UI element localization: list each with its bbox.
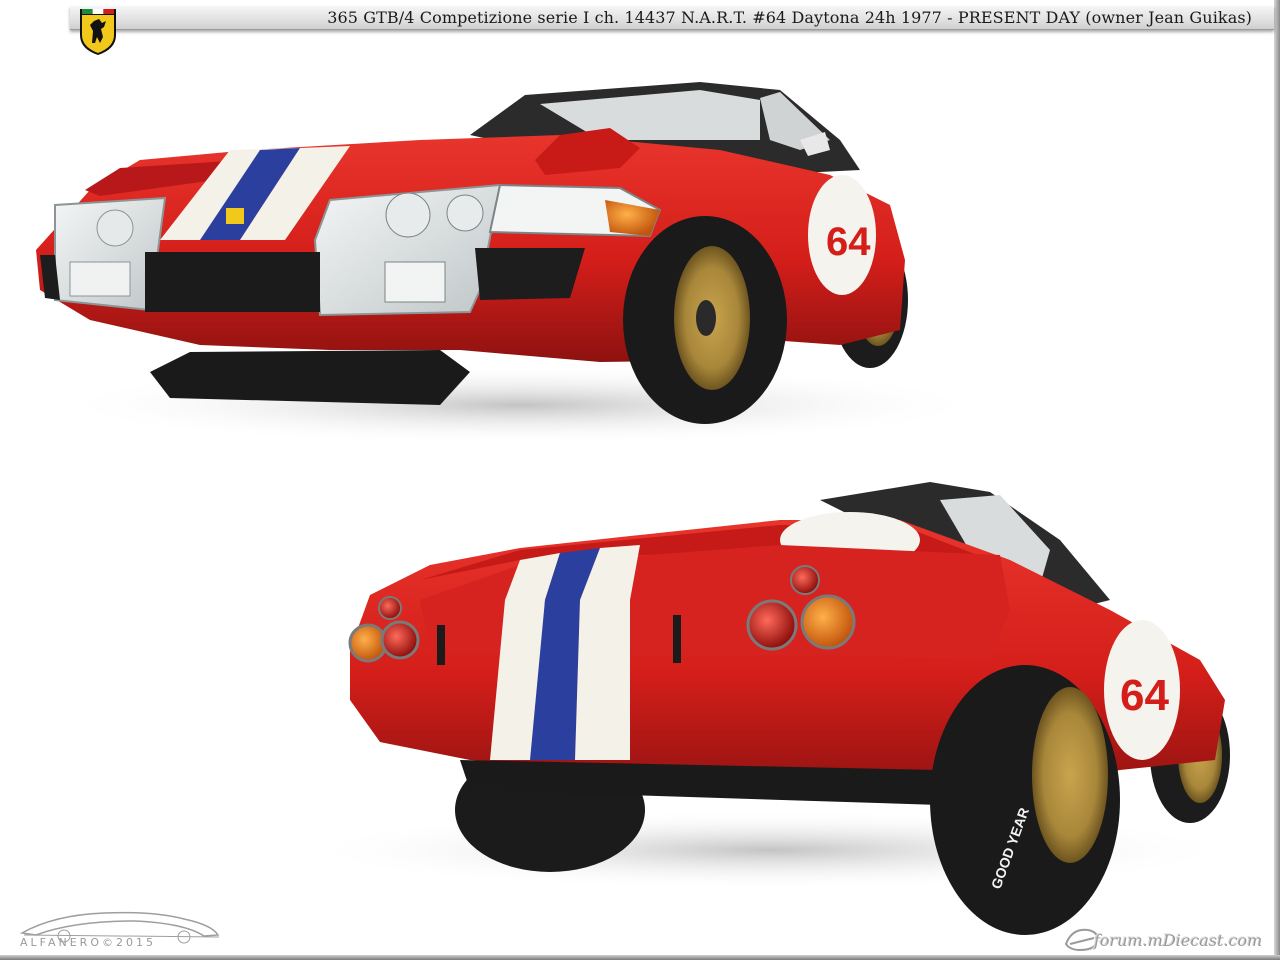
frame-bottom-edge (0, 955, 1280, 960)
front-view-car: 64 (36, 82, 990, 445)
page-title: 365 GTB/4 Competizione serie I ch. 14437… (327, 8, 1252, 27)
watermark-right-label: forum.mDiecast.com (1094, 931, 1263, 950)
watermark-left-label: ALFANERO©2015 (20, 936, 156, 949)
rear-car-number: 64 (1120, 671, 1169, 720)
front-car-number: 64 (826, 220, 871, 264)
prancing-horse-shield-icon (80, 9, 116, 55)
car-photographs: 64 64 GOOD YEAR (36, 82, 1240, 935)
frame-right-edge (1274, 0, 1280, 960)
rear-view-car: 64 GOOD YEAR (300, 482, 1240, 935)
title-bar: 365 GTB/4 Competizione serie I ch. 14437… (70, 6, 1274, 30)
